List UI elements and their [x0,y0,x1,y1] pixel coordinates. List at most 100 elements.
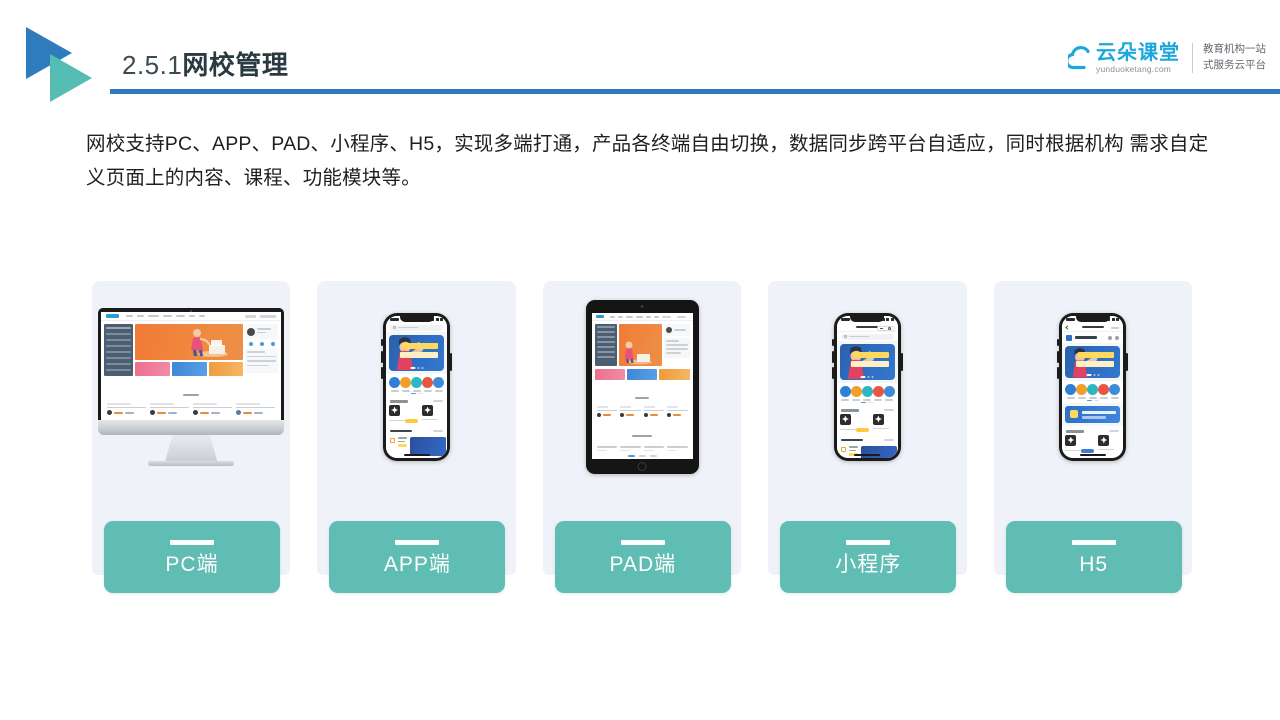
mock-user-card [663,324,690,336]
label-dash [1071,539,1116,545]
carousel-dot [421,367,424,369]
mock-tile-meta [596,449,607,451]
phone-power-button [450,353,453,371]
mock-course-tag [398,444,408,447]
mock-item-meta [422,418,444,420]
mock-right-rail [245,324,279,376]
mock-news-line [247,364,269,366]
mock-course-sub [848,449,856,451]
category-icon [422,377,434,388]
platform-label-pad[interactable]: PAD端 [554,521,731,593]
category-icon [861,386,873,397]
mock-search-box [260,314,277,318]
mock-promo-banner [1065,406,1121,423]
mock-tablet-navbar [591,313,693,321]
mock-more-link [883,409,894,412]
mock-course-title [193,406,233,408]
mock-header-actions [1108,335,1120,340]
category-label [852,399,861,401]
platform-label-text: H5 [1079,552,1109,576]
avatar [247,327,256,336]
platform-label-app[interactable]: APP端 [329,521,506,593]
mock-action-button [405,418,419,423]
close-circle-icon [888,326,892,330]
carousel-dot [1093,374,1096,376]
mock-item-meta [1098,448,1120,450]
mock-tile-meta [643,449,654,451]
platform-card-row: PC端 APP端 PAD端 小程序 H5 [92,281,1193,593]
avatar [667,413,672,417]
platform-label-pc[interactable]: PC端 [104,521,280,593]
platform-card-pc[interactable]: PC端 [92,281,291,593]
wifi-icon [435,318,439,321]
mock-banner-headline [852,352,889,358]
phone-frame [1057,313,1129,461]
page-title: 2.5.1网校管理 [122,45,288,82]
mock-grid-tile [667,444,688,451]
paragraph-line-1: 网校支持PC、APP、PAD、小程序、H5，实现多端打通，产品各终端自由切换，数… [86,133,1124,155]
phone-volume-down-button [831,367,834,379]
mock-course-title [848,446,858,448]
brand-slogan: 教育机构一站 式服务云平台 [1203,42,1266,74]
mock-course-footer [193,410,232,415]
category-label [885,399,894,401]
mock-search-bar [386,323,448,332]
monitor-chin [98,420,285,435]
carousel-dot-active [860,376,866,378]
mock-clock [390,318,400,321]
mock-checkbox-icon [390,438,396,443]
category-icon [400,377,412,388]
mock-icon-pager [1062,399,1124,403]
mock-sidebar-item [596,356,615,358]
mock-course-tag [107,403,131,405]
mock-price [243,411,253,414]
mock-course-title [107,406,147,408]
mock-grid-tile [620,444,641,451]
mock-nav-item [618,315,624,318]
mock-section-title [632,434,653,437]
webcam-icon [640,305,644,308]
phone-volume-down-button [1057,367,1060,379]
device-illustration-zone [92,281,290,493]
mock-page-title [856,325,879,329]
mock-user-meta [257,331,267,333]
mock-banner-subline [1076,361,1115,367]
platform-card-miniprogram[interactable]: 小程序 [768,281,967,593]
mock-news-panel [245,349,279,373]
category-label [412,390,421,392]
platform-card-pad[interactable]: PAD端 [542,281,742,593]
mock-section-header [836,434,898,443]
mock-nav-item [626,315,634,318]
platform-card-h5[interactable]: H5 [993,281,1193,593]
mock-user-name [673,329,686,331]
mock-sidebar-item [106,357,132,359]
platform-label-h5[interactable]: H5 [1005,521,1182,593]
carousel-dot-active [1086,374,1092,376]
mock-item-meta [1065,448,1095,453]
mock-sidebar-item [596,351,615,353]
phone-notch [850,316,885,322]
mock-meta [125,411,135,414]
mock-category-icons [836,383,898,402]
monitor-screen [101,312,282,420]
avatar [596,413,601,417]
search-icon [393,326,397,329]
platform-card-app[interactable]: APP端 [317,281,516,593]
platform-label-miniprogram[interactable]: 小程序 [780,521,957,593]
mock-carousel-dots [860,376,874,378]
phone-icon [381,313,453,461]
mock-sidebar-item [106,345,132,347]
battery-icon [440,318,444,321]
mock-tile-meta [620,449,631,451]
mock-course-tag [236,403,260,405]
pager-dot [868,401,874,403]
mock-list-item [389,404,419,423]
mock-hero-banner [618,324,662,366]
mock-sidebar-title [106,327,132,329]
mock-miniprogram-titlebar [836,323,898,332]
phone-notch [1075,316,1110,322]
mock-price [649,414,658,416]
mock-tile-caption [620,446,641,448]
mock-thumbnail [1065,434,1077,446]
mock-more-link [1109,430,1120,433]
